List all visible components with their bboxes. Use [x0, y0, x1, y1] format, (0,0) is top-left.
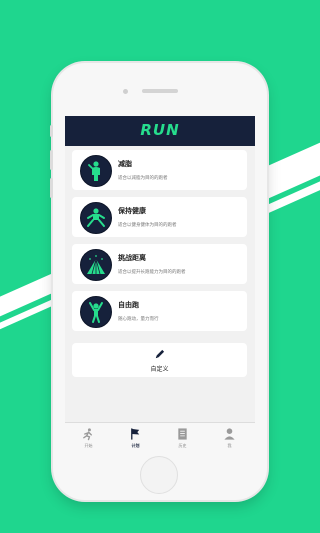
- arms-raised-figure-icon: [80, 296, 112, 328]
- custom-plan-button[interactable]: 自定义: [72, 343, 247, 377]
- phone-home-button[interactable]: [140, 456, 178, 494]
- runner-icon: [83, 428, 92, 441]
- tab-history[interactable]: 历史: [159, 423, 206, 449]
- plan-title: 挑战距离: [118, 254, 146, 262]
- pencil-icon: [155, 349, 165, 359]
- plan-title: 自由跑: [118, 301, 139, 309]
- app-screen: RUN 减脂 适合以减脂为目的的跑者 保持健康 适合以健身健体为目的的跑者 挑战…: [65, 116, 255, 449]
- person-icon: [224, 428, 235, 440]
- stretching-figure-icon: [80, 202, 112, 234]
- plan-card-free-run[interactable]: 自由跑 随心跑动，量力而行: [72, 291, 247, 331]
- bottom-tab-bar: 开始 计划 历史 我: [65, 422, 255, 449]
- plan-subtitle: 适合以健身健体为目的的跑者: [118, 223, 177, 228]
- phone-side-button: [50, 150, 53, 170]
- phone-speaker: [142, 89, 178, 93]
- plan-subtitle: 适合以提升长跑能力为目的的跑者: [118, 270, 186, 275]
- phone-camera: [123, 89, 128, 94]
- tab-label: 开始: [84, 443, 93, 448]
- app-title: RUN: [140, 121, 180, 139]
- tab-label: 计划: [131, 443, 140, 448]
- app-header: RUN: [65, 116, 255, 146]
- plan-title: 减脂: [118, 160, 132, 168]
- plan-subtitle: 随心跑动，量力而行: [118, 317, 159, 322]
- running-track-icon: [80, 249, 112, 281]
- custom-plan-label: 自定义: [150, 366, 169, 373]
- phone-side-button: [50, 125, 53, 137]
- tab-me[interactable]: 我: [206, 423, 253, 449]
- flag-icon: [131, 428, 140, 440]
- tab-label: 历史: [178, 443, 187, 448]
- tab-label: 我: [227, 443, 232, 448]
- plan-title: 保持健康: [118, 207, 146, 215]
- plan-subtitle: 适合以减脂为目的的跑者: [118, 176, 168, 181]
- plan-card-stay-healthy[interactable]: 保持健康 适合以健身健体为目的的跑者: [72, 197, 247, 237]
- phone-side-button: [50, 178, 53, 198]
- tab-plan[interactable]: 计划: [112, 423, 159, 449]
- tab-start[interactable]: 开始: [65, 423, 112, 449]
- plan-card-fat-loss[interactable]: 减脂 适合以减脂为目的的跑者: [72, 150, 247, 190]
- plan-card-challenge-distance[interactable]: 挑战距离 适合以提升长跑能力为目的的跑者: [72, 244, 247, 284]
- notebook-icon: [178, 428, 187, 440]
- figure-icon: [80, 155, 112, 187]
